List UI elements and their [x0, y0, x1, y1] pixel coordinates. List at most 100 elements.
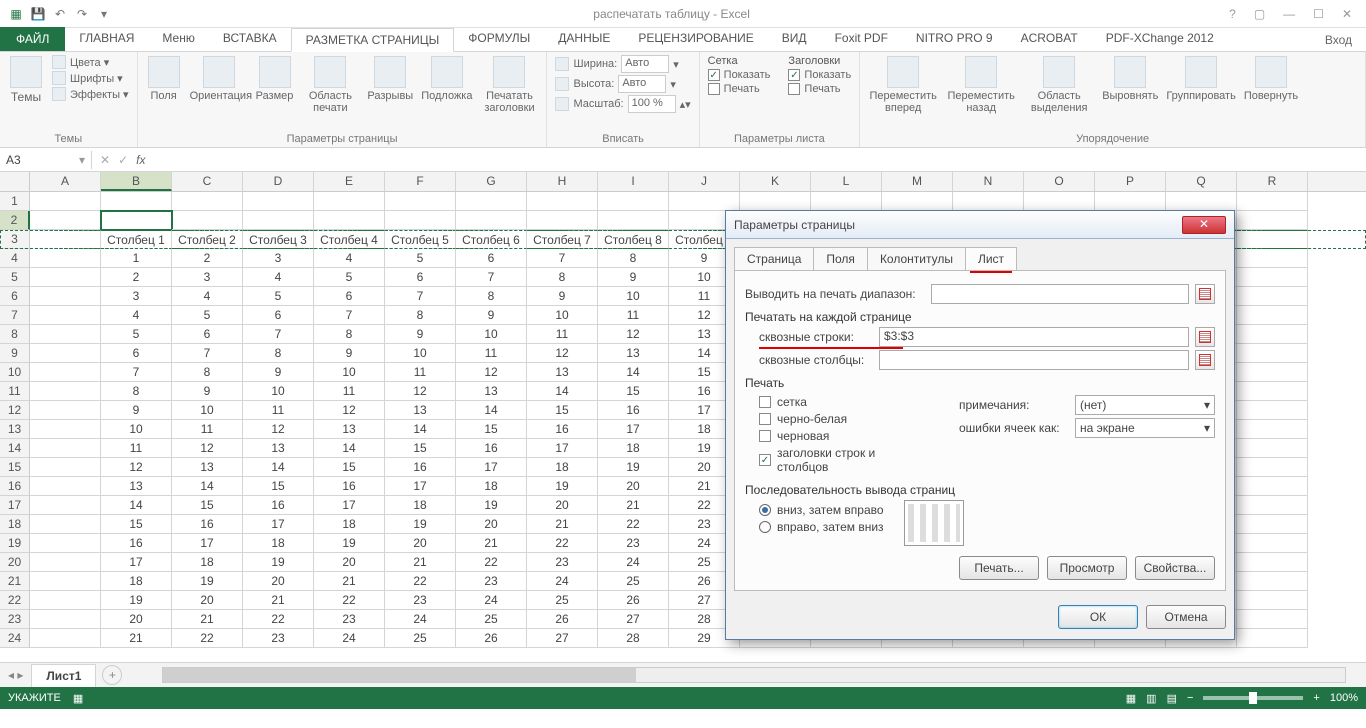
cell[interactable]: 8: [456, 287, 527, 306]
cell[interactable]: [1237, 496, 1308, 515]
rows-repeat-input[interactable]: $3:$3: [879, 327, 1189, 347]
cell[interactable]: 22: [527, 534, 598, 553]
cell[interactable]: 15: [314, 458, 385, 477]
cell[interactable]: 7: [527, 249, 598, 268]
cell[interactable]: 13: [172, 458, 243, 477]
cell[interactable]: [740, 192, 811, 211]
dlg-cancel-button[interactable]: Отмена: [1146, 605, 1226, 629]
cell[interactable]: [30, 610, 101, 629]
cell[interactable]: [30, 363, 101, 382]
cell[interactable]: 2: [101, 268, 172, 287]
cell[interactable]: 20: [385, 534, 456, 553]
cell[interactable]: [1237, 439, 1308, 458]
cell[interactable]: [1237, 192, 1308, 211]
row-header[interactable]: 14: [0, 439, 30, 458]
cell[interactable]: 23: [314, 610, 385, 629]
cell[interactable]: 9: [598, 268, 669, 287]
cell[interactable]: [30, 401, 101, 420]
cell[interactable]: [30, 344, 101, 363]
cols-repeat-input[interactable]: [879, 350, 1189, 370]
cell[interactable]: [1237, 591, 1308, 610]
col-header[interactable]: F: [385, 172, 456, 191]
cell[interactable]: [30, 591, 101, 610]
cell[interactable]: 21: [243, 591, 314, 610]
cell[interactable]: 11: [172, 420, 243, 439]
pgsetup-Размер[interactable]: Размер: [254, 54, 296, 104]
cell[interactable]: [30, 572, 101, 591]
cell[interactable]: 16: [172, 515, 243, 534]
cell[interactable]: 5: [385, 249, 456, 268]
col-header[interactable]: G: [456, 172, 527, 191]
cell[interactable]: 1: [101, 249, 172, 268]
tab-foxit pdf[interactable]: Foxit PDF: [821, 27, 902, 51]
col-header[interactable]: O: [1024, 172, 1095, 191]
cell[interactable]: 19: [314, 534, 385, 553]
cell[interactable]: [953, 192, 1024, 211]
cell[interactable]: 9: [172, 382, 243, 401]
cell[interactable]: 27: [598, 610, 669, 629]
cell[interactable]: [1237, 268, 1308, 287]
cell[interactable]: [1237, 515, 1308, 534]
cell[interactable]: 25: [385, 629, 456, 648]
notes-select[interactable]: (нет)▾: [1075, 395, 1215, 415]
cell[interactable]: 12: [314, 401, 385, 420]
cell[interactable]: 21: [598, 496, 669, 515]
cell[interactable]: 23: [456, 572, 527, 591]
cell[interactable]: 21: [172, 610, 243, 629]
row-header[interactable]: 2: [0, 211, 30, 230]
cell[interactable]: 23: [243, 629, 314, 648]
cell[interactable]: 3: [243, 249, 314, 268]
pgsetup-Поля[interactable]: Поля: [144, 54, 184, 104]
cell[interactable]: 18: [527, 458, 598, 477]
cell[interactable]: 16: [385, 458, 456, 477]
cell[interactable]: 9: [243, 363, 314, 382]
cell[interactable]: [598, 211, 669, 230]
cell[interactable]: 3: [101, 287, 172, 306]
row-header[interactable]: 24: [0, 629, 30, 648]
fx-icon[interactable]: fx: [136, 153, 145, 167]
col-header[interactable]: Q: [1166, 172, 1237, 191]
cell[interactable]: 27: [527, 629, 598, 648]
row-header[interactable]: 18: [0, 515, 30, 534]
cell[interactable]: Столбец 8: [598, 230, 669, 249]
chk-draft[interactable]: [759, 430, 771, 442]
cell[interactable]: 19: [527, 477, 598, 496]
tab-меню[interactable]: Меню: [148, 27, 208, 51]
row-header[interactable]: 23: [0, 610, 30, 629]
cell[interactable]: 16: [598, 401, 669, 420]
cell[interactable]: 12: [101, 458, 172, 477]
cell[interactable]: 16: [314, 477, 385, 496]
cell[interactable]: [1237, 553, 1308, 572]
cell[interactable]: 12: [243, 420, 314, 439]
cell[interactable]: 13: [456, 382, 527, 401]
cell[interactable]: [1237, 306, 1308, 325]
cell[interactable]: 6: [101, 344, 172, 363]
row-header[interactable]: 11: [0, 382, 30, 401]
name-box[interactable]: A3▾: [0, 151, 92, 169]
arrange-Выровнять[interactable]: Выровнять: [1100, 54, 1160, 104]
cell[interactable]: [1237, 458, 1308, 477]
sheet-nav[interactable]: ◂ ▸: [0, 668, 31, 682]
cell[interactable]: 13: [527, 363, 598, 382]
view-normal-icon[interactable]: ▦: [1126, 692, 1136, 705]
cell[interactable]: 24: [456, 591, 527, 610]
cell[interactable]: [30, 249, 101, 268]
cell[interactable]: 25: [527, 591, 598, 610]
cell[interactable]: [811, 192, 882, 211]
arrange-Группировать[interactable]: Группировать: [1164, 54, 1238, 104]
range-ref-button[interactable]: [1195, 284, 1215, 304]
cell[interactable]: Столбец 7: [527, 230, 598, 249]
cell[interactable]: [669, 192, 740, 211]
height-input[interactable]: Авто: [618, 75, 666, 93]
cell[interactable]: 18: [101, 572, 172, 591]
cell[interactable]: 25: [456, 610, 527, 629]
cell[interactable]: 22: [314, 591, 385, 610]
cell[interactable]: 19: [101, 591, 172, 610]
cell[interactable]: 24: [598, 553, 669, 572]
cell[interactable]: 11: [314, 382, 385, 401]
zoom-slider[interactable]: [1203, 696, 1303, 700]
cell[interactable]: 9: [385, 325, 456, 344]
redo-icon[interactable]: ↷: [72, 4, 92, 24]
cell[interactable]: [1237, 287, 1308, 306]
cell[interactable]: [30, 306, 101, 325]
